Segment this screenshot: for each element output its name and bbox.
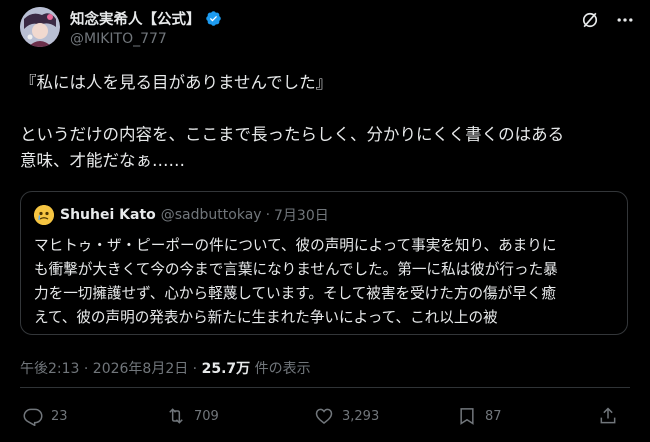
author-name-row[interactable]: 知念実希人【公式】 [70, 8, 222, 29]
avatar-image [20, 7, 60, 47]
repost-button[interactable]: 709 [166, 406, 219, 426]
author-display-name[interactable]: 知念実希人【公式】 [70, 8, 201, 29]
bookmark-button[interactable]: 87 [457, 406, 502, 426]
author-handle[interactable]: @MIKITO_777 [70, 31, 167, 47]
quote-separator: · [265, 207, 271, 223]
quote-author-avatar[interactable] [34, 205, 54, 225]
author-avatar[interactable] [20, 7, 60, 47]
view-count-label: 件の表示 [250, 361, 311, 377]
verified-badge-icon [205, 11, 221, 26]
reply-button[interactable]: 23 [23, 406, 68, 426]
tweet-text: 『私には人を見る目がありませんでした』 というだけの内容を、ここまで長ったらしく… [20, 73, 565, 170]
bookmark-count: 87 [485, 408, 502, 424]
bookmark-icon [460, 408, 474, 425]
quote-header: Shuhei Kato @sadbuttokay · 7月30日 [34, 205, 329, 225]
repost-count: 709 [194, 408, 219, 424]
quoted-tweet[interactable]: Shuhei Kato @sadbuttokay · 7月30日 マヒトゥ・ザ・… [20, 191, 628, 335]
tweet-timestamp[interactable]: 午後2:13 · 2026年8月2日 · [20, 361, 202, 377]
action-bar: 23 709 3,293 87 [20, 406, 630, 430]
tweet-meta: 午後2:13 · 2026年8月2日 · 25.7万 件の表示 [20, 358, 311, 378]
quote-author-handle[interactable]: @sadbuttokay [161, 207, 262, 223]
more-icon[interactable] [615, 10, 635, 30]
grok-icon[interactable] [580, 10, 600, 30]
like-button[interactable]: 3,293 [314, 406, 379, 426]
quote-text: マヒトゥ・ザ・ピーポーの件について、彼の声明によって事実を知り、あまりに も衝撃… [34, 237, 558, 326]
share-icon [600, 407, 616, 424]
heart-icon [315, 408, 333, 425]
quote-author-name[interactable]: Shuhei Kato [60, 207, 156, 223]
quote-date[interactable]: 7月30日 [274, 205, 329, 225]
share-button[interactable] [598, 406, 618, 426]
repost-icon [169, 408, 183, 424]
reply-count: 23 [51, 408, 68, 424]
like-count: 3,293 [342, 408, 380, 424]
divider [20, 387, 630, 388]
view-count: 25.7万 [201, 361, 251, 377]
reply-icon [23, 408, 43, 426]
